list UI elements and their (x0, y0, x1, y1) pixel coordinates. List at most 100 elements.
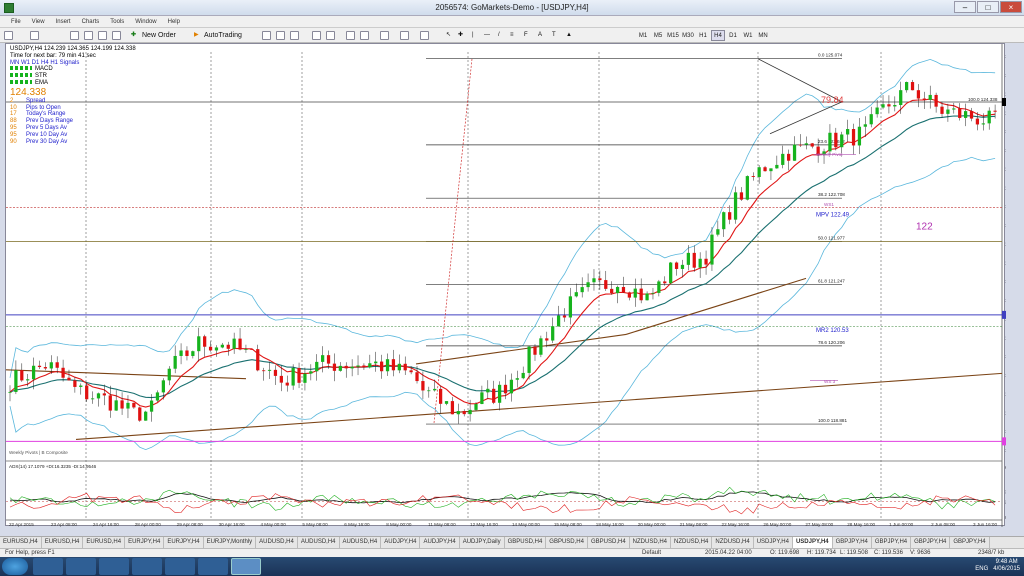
chart-window[interactable]: 125.185 124.880 124.090 123.880 123.495 123.1… (5, 43, 1006, 527)
label-icon[interactable]: T (552, 30, 556, 41)
navigator-icon[interactable] (98, 31, 107, 40)
calculator-icon[interactable] (165, 558, 195, 575)
start-button[interactable] (2, 558, 28, 575)
chart-tab[interactable]: AUDUSD,H4 (298, 537, 340, 548)
menu-insert[interactable]: Insert (56, 16, 71, 28)
candles-icon[interactable] (276, 31, 285, 40)
candle-body (79, 385, 83, 387)
metatrader-icon[interactable] (231, 558, 261, 575)
autoscroll-icon[interactable] (360, 31, 369, 40)
stat-row: 17 Today's Range (10, 111, 110, 118)
timeframe-m30[interactable]: M30 (681, 30, 695, 41)
maximize-button[interactable]: □ (977, 1, 999, 13)
candle-body (309, 371, 313, 374)
explorer-icon[interactable] (66, 558, 96, 575)
chart-tab[interactable]: USDJPY,H4 (792, 537, 833, 548)
tile-icon[interactable] (346, 31, 355, 40)
timeframe-m5[interactable]: M5 (651, 30, 665, 41)
fib-level-label: 50.0 121.977 (818, 235, 845, 240)
chart-tab[interactable]: EURJPY,Monthly (204, 537, 257, 548)
indicators-icon[interactable] (380, 31, 389, 40)
trendline-icon[interactable]: / (498, 30, 500, 41)
menu-file[interactable]: File (11, 16, 21, 28)
chart-tab[interactable]: EURUSD,H4 (42, 537, 84, 548)
minimize-button[interactable]: – (954, 1, 976, 13)
new-order-button[interactable]: New Order (142, 30, 176, 41)
horizontal-level-marker (1002, 437, 1006, 446)
market-watch-icon[interactable] (70, 31, 79, 40)
candle-body (297, 367, 301, 383)
chart-tab[interactable]: EURJPY,H4 (164, 537, 204, 548)
timeframe-h1[interactable]: H1 (696, 30, 710, 41)
zoom-in-icon[interactable] (312, 31, 321, 40)
chart-tab[interactable]: NZDUSD,H4 (671, 537, 713, 548)
chart-tab[interactable]: EURUSD,H4 (83, 537, 126, 548)
horizontal-line-icon[interactable]: — (484, 30, 490, 41)
trendline-mid (415, 333, 627, 365)
chart-tab[interactable]: AUDUSD,H4 (256, 537, 298, 548)
fibo-icon[interactable]: F (524, 30, 528, 41)
stat-value: 17 (10, 111, 17, 118)
chart-tab[interactable]: GBPJPY,H4 (950, 537, 990, 548)
terminal-icon[interactable] (112, 31, 121, 40)
bar-chart-icon[interactable] (262, 31, 271, 40)
candle-body (610, 288, 614, 294)
chart-tab[interactable]: GBPUSD,H4 (546, 537, 588, 548)
ie-icon[interactable] (33, 558, 63, 575)
candle-body (161, 380, 165, 393)
menu-charts[interactable]: Charts (82, 16, 100, 28)
candle-body (716, 229, 720, 235)
periods-icon[interactable] (400, 31, 409, 40)
timeframe-mn[interactable]: MN (756, 30, 770, 41)
timeframe-w1[interactable]: W1 (741, 30, 755, 41)
chart-tab[interactable]: GBPUSD,H4 (588, 537, 630, 548)
price-chart[interactable]: 125.185 124.880 124.090 123.880 123.495 123.1… (6, 44, 1006, 527)
line-chart-icon[interactable] (290, 31, 299, 40)
templates-icon[interactable] (420, 31, 429, 40)
media-icon[interactable] (99, 558, 129, 575)
time-tick-label: 20 May 00:00 (638, 522, 666, 527)
zoom-out-icon[interactable] (326, 31, 335, 40)
chart-tab[interactable]: AUDJPY,Daily (460, 537, 505, 548)
vertical-line-icon[interactable]: | (472, 30, 474, 41)
chart-tab[interactable]: NZDUSD,H4 (630, 537, 672, 548)
chart-tab[interactable]: AUDJPY,H4 (420, 537, 460, 548)
candle-body (155, 392, 160, 401)
channel-icon[interactable]: ≡ (510, 30, 514, 41)
chart-tab[interactable]: USDJPY,H4 (754, 537, 793, 548)
timeframe-h4[interactable]: H4 (711, 30, 725, 41)
chart-tab[interactable]: EURUSD,H4 (0, 537, 42, 548)
word-icon[interactable] (198, 558, 228, 575)
language-indicator[interactable]: ENG (975, 566, 988, 572)
timeframe-m15[interactable]: M15 (666, 30, 680, 41)
arrow-icon[interactable]: ▲ (566, 30, 572, 41)
candle-body (480, 392, 484, 405)
chart-tab[interactable]: AUDUSD,H4 (340, 537, 382, 548)
chart-tab[interactable]: GBPUSD,H4 (505, 537, 547, 548)
auto-trading-button[interactable]: AutoTrading (204, 30, 242, 41)
candle-body (262, 370, 266, 372)
candle-body (226, 344, 230, 349)
text-icon[interactable]: A (538, 30, 542, 41)
chart-tab[interactable]: EURJPY,H4 (125, 537, 165, 548)
menu-help[interactable]: Help (168, 16, 180, 28)
chart-tab[interactable]: GBPJPY,H4 (911, 537, 951, 548)
timeframe-d1[interactable]: D1 (726, 30, 740, 41)
menu-window[interactable]: Window (135, 16, 156, 28)
cursor-icon[interactable]: ↖ (446, 30, 451, 41)
close-button[interactable]: × (1000, 1, 1022, 13)
chart-tab[interactable]: GBPJPY,H4 (872, 537, 912, 548)
chart-tab[interactable]: NZDUSD,H4 (712, 537, 754, 548)
chart-tab[interactable]: AUDJPY,H4 (381, 537, 421, 548)
timeframe-m1[interactable]: M1 (636, 30, 650, 41)
new-chart-icon[interactable] (4, 31, 13, 40)
candle-body (285, 382, 289, 386)
profiles-icon[interactable] (30, 31, 39, 40)
chart-tab[interactable]: GBPJPY,H4 (833, 537, 872, 548)
data-window-icon[interactable] (84, 31, 93, 40)
menu-tools[interactable]: Tools (110, 16, 124, 28)
menu-view[interactable]: View (32, 16, 45, 28)
bar-timer: Time for next bar: 79 min 41 sec (10, 52, 96, 59)
crosshair-icon[interactable]: ✚ (458, 30, 463, 41)
chrome-icon[interactable] (132, 558, 162, 575)
